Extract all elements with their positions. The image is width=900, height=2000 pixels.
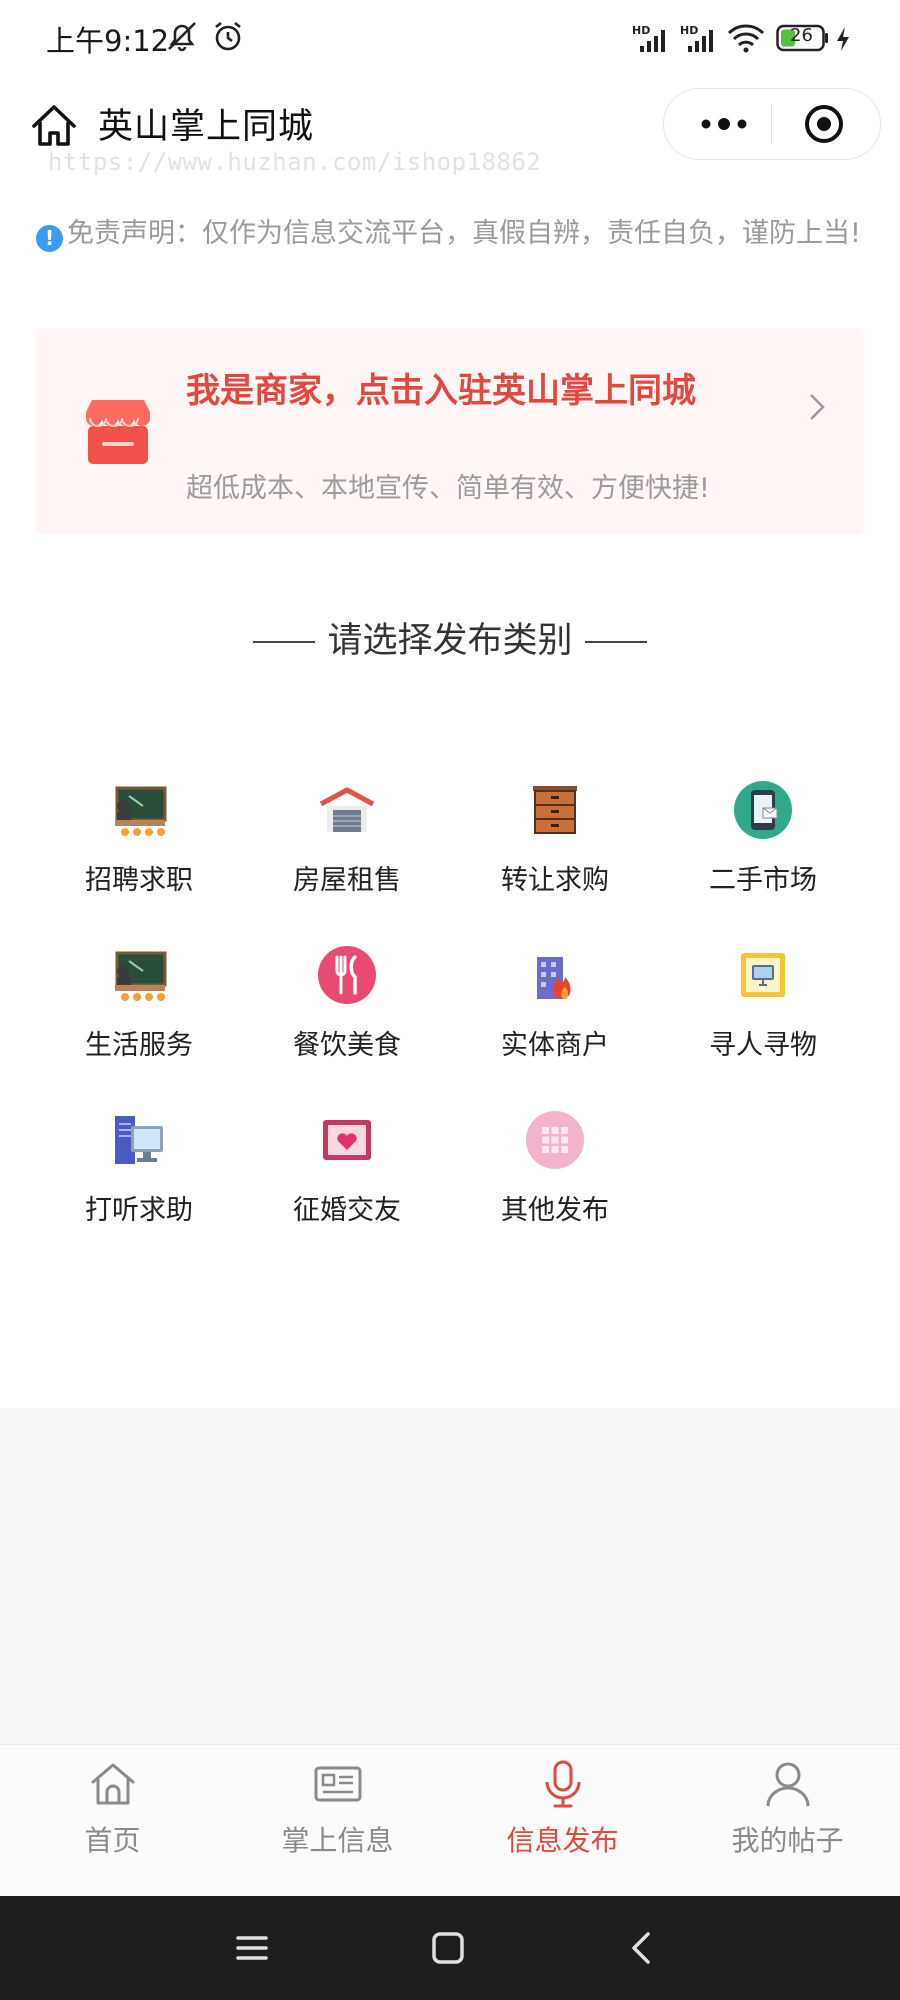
watermark-text: https://www.huzhan.com/ishop18862 — [48, 148, 542, 176]
user-icon — [763, 1759, 813, 1809]
category-label: 实体商户 — [501, 1030, 609, 1061]
microphone-icon — [538, 1759, 588, 1809]
miniapp-capsule — [663, 88, 881, 160]
battery-level: 26 — [790, 25, 813, 46]
heart-frame-icon — [317, 1110, 377, 1170]
close-miniapp-button[interactable] — [803, 103, 845, 145]
merchant-banner[interactable]: 我是商家，点击入驻英山掌上同城 超低成本、本地宣传、简单有效、方便快捷! — [36, 328, 864, 534]
empty-area — [0, 1408, 900, 1744]
disclaimer: ! 免责声明：仅作为信息交流平台，真假自辨，责任自负，谨防上当! — [36, 214, 870, 254]
signal-icon — [684, 24, 720, 58]
monitor-icon — [733, 945, 793, 1005]
drawer-icon — [525, 780, 585, 840]
category-item[interactable]: 实体商户 — [451, 945, 659, 1085]
category-item[interactable]: 二手市场 — [659, 780, 867, 920]
mute-icon — [164, 18, 200, 58]
signal-icon — [636, 24, 672, 58]
nav-header: 英山掌上同城 https://www.huzhan.com/ishop18862 — [0, 80, 900, 180]
category-item[interactable]: 餐饮美食 — [243, 945, 451, 1085]
tab-publish[interactable]: 信息发布 — [450, 1745, 675, 1897]
merchant-banner-subtitle: 超低成本、本地宣传、简单有效、方便快捷! — [186, 473, 710, 504]
category-item[interactable]: 打听求助 — [35, 1110, 243, 1250]
category-item[interactable]: 寻人寻物 — [659, 945, 867, 1085]
category-item[interactable]: 招聘求职 — [35, 780, 243, 920]
status-bar: 上午9:12 HD HD 26 — [0, 0, 900, 80]
page-title: 英山掌上同城 — [98, 107, 315, 147]
category-label: 招聘求职 — [85, 865, 193, 896]
chevron-right-icon — [806, 390, 828, 424]
section-title: 请选择发布类别 — [327, 621, 573, 661]
news-icon — [313, 1759, 363, 1809]
category-label: 转让求购 — [501, 865, 609, 896]
category-item[interactable]: 生活服务 — [35, 945, 243, 1085]
classroom-icon — [109, 780, 169, 840]
disclaimer-text: 免责声明：仅作为信息交流平台，真假自辨，责任自负，谨防上当! — [67, 218, 861, 249]
category-label: 二手市场 — [709, 865, 817, 896]
category-label: 餐饮美食 — [293, 1030, 401, 1061]
section-heading: 请选择发布类别 — [0, 612, 900, 663]
home-square-icon[interactable] — [428, 1928, 468, 1968]
category-item[interactable]: 征婚交友 — [243, 1110, 451, 1250]
category-label: 打听求助 — [85, 1195, 193, 1226]
classroom-icon — [109, 945, 169, 1005]
more-button[interactable] — [694, 103, 754, 145]
heading-divider — [584, 641, 647, 643]
alarm-icon — [210, 18, 246, 58]
tab-label: 首页 — [84, 1824, 141, 1857]
tab-bar: 首页 掌上信息 信息发布 我的帖子 — [0, 1744, 900, 1897]
tab-label: 掌上信息 — [281, 1824, 394, 1857]
category-label: 寻人寻物 — [709, 1030, 817, 1061]
building-fire-icon — [525, 945, 585, 1005]
garage-icon — [317, 780, 377, 840]
system-nav-bar — [0, 1896, 900, 2000]
category-item[interactable]: 房屋租售 — [243, 780, 451, 920]
merchant-banner-title: 我是商家，点击入驻英山掌上同城 — [186, 371, 696, 411]
wifi-icon — [726, 22, 766, 58]
info-icon: ! — [36, 225, 63, 252]
capsule-divider — [771, 105, 772, 143]
category-label: 征婚交友 — [293, 1195, 401, 1226]
tab-my-posts[interactable]: 我的帖子 — [675, 1745, 900, 1897]
computer-icon — [109, 1110, 169, 1170]
battery-icon: 26 — [776, 24, 828, 52]
heading-divider — [253, 641, 316, 643]
category-item[interactable]: 其他发布 — [451, 1110, 659, 1250]
phone-icon — [733, 780, 793, 840]
tab-home[interactable]: 首页 — [0, 1745, 225, 1897]
fork-knife-icon — [317, 945, 377, 1005]
tab-label: 信息发布 — [506, 1824, 619, 1857]
charging-icon — [834, 26, 852, 56]
tab-label: 我的帖子 — [731, 1824, 844, 1857]
status-time: 上午9:12 — [46, 24, 170, 58]
tab-news[interactable]: 掌上信息 — [225, 1745, 450, 1897]
grid-icon — [525, 1110, 585, 1170]
menu-icon[interactable] — [232, 1928, 272, 1968]
category-label: 房屋租售 — [293, 865, 401, 896]
home-icon[interactable] — [28, 100, 80, 152]
category-label: 其他发布 — [501, 1195, 609, 1226]
back-icon[interactable] — [622, 1928, 662, 1968]
home-icon — [88, 1759, 138, 1809]
category-label: 生活服务 — [85, 1030, 193, 1061]
category-item[interactable]: 转让求购 — [451, 780, 659, 920]
shop-icon — [80, 396, 156, 468]
